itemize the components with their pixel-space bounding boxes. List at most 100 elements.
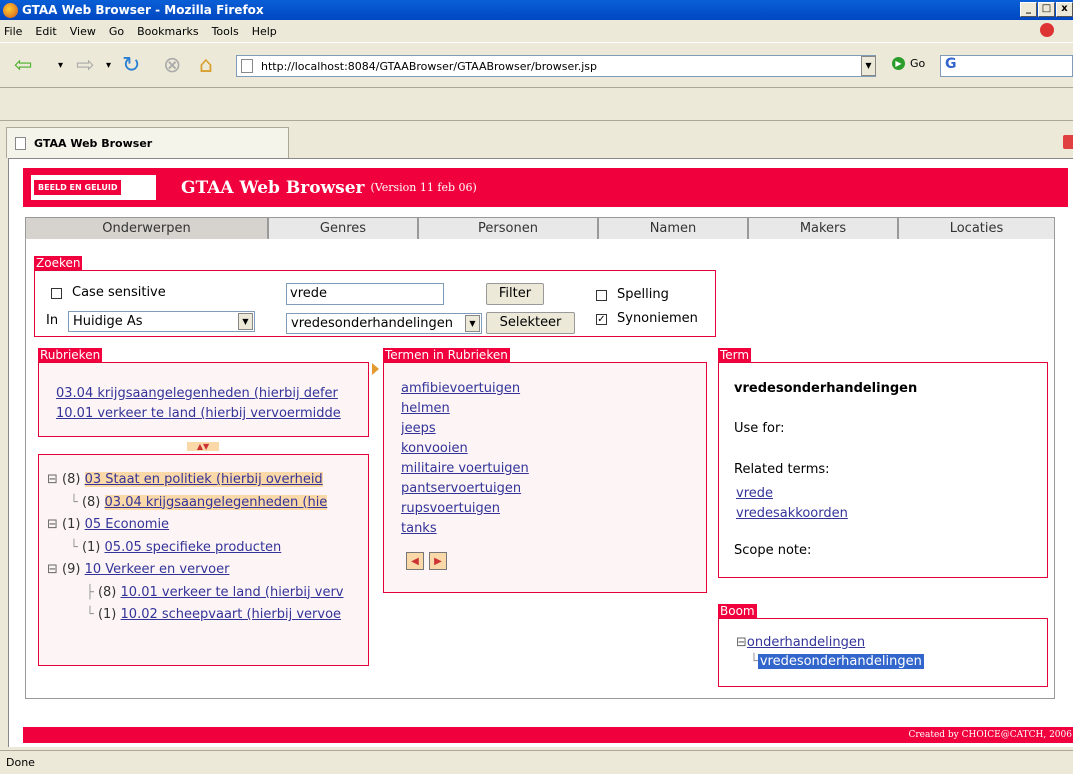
tab-locaties[interactable]: Locaties xyxy=(898,217,1055,239)
term-panel: vredesonderhandelingen Use for: Related … xyxy=(718,362,1048,578)
document-icon xyxy=(15,136,26,150)
scope-note-label: Scope note: xyxy=(734,543,812,558)
rubrieken-panel: 03.04 krijgsaangelegenheden (hierbij def… xyxy=(38,362,369,437)
use-for-label: Use for: xyxy=(734,421,785,436)
termen-panel: amfibievoertuigen helmen jeeps konvooien… xyxy=(383,362,707,593)
zoeken-legend: Zoeken xyxy=(34,256,83,270)
window-title-bar: GTAA Web Browser - Mozilla Firefox xyxy=(0,0,1073,20)
term-link[interactable]: pantservoertuigen xyxy=(401,479,701,499)
boom-panel: ⊟onderhandelingen └ vredesonderhandelinge… xyxy=(718,618,1048,687)
tab-onderwerpen[interactable]: Onderwerpen xyxy=(25,217,268,239)
go-icon: ▶ xyxy=(892,57,905,70)
page-icon xyxy=(241,59,253,73)
term-select[interactable]: vredesonderhandelingen ▼ xyxy=(286,313,482,334)
menu-edit[interactable]: Edit xyxy=(35,25,56,38)
related-term-link[interactable]: vredesakkoorden xyxy=(736,504,848,524)
search-box[interactable]: G xyxy=(940,55,1073,77)
window-title: GTAA Web Browser - Mozilla Firefox xyxy=(22,3,264,17)
boom-child-link[interactable]: vredesonderhandelingen xyxy=(757,654,924,669)
bookmarks-toolbar xyxy=(0,88,1073,121)
related-terms-label: Related terms: xyxy=(734,462,830,477)
term-legend: Term xyxy=(718,348,752,362)
home-icon[interactable]: ⌂ xyxy=(199,43,213,89)
minimize-icon[interactable]: _ xyxy=(1020,2,1037,17)
tree-node[interactable]: └ (1) 10.02 scheepvaart (hierbij vervoe xyxy=(47,604,367,627)
close-tab-icon[interactable] xyxy=(1063,135,1073,149)
tree-node[interactable]: ⊟ (8) 03 Staat en politiek (hierbij over… xyxy=(47,469,367,492)
tree-node[interactable]: ⊟ (1) 05 Economie xyxy=(47,514,367,537)
spelling-checkbox[interactable] xyxy=(596,290,607,301)
maximize-icon[interactable]: □ xyxy=(1038,2,1055,17)
back-icon[interactable]: ⇦ xyxy=(14,43,32,89)
expand-right-icon[interactable] xyxy=(372,363,379,375)
url-text: http://localhost:8084/GTAABrowser/GTAABr… xyxy=(261,59,598,73)
reload-icon[interactable]: ↻ xyxy=(122,43,140,89)
next-page-icon[interactable]: ▶ xyxy=(429,552,447,570)
browser-tab[interactable]: GTAA Web Browser xyxy=(6,127,289,158)
app-title: GTAA Web Browser xyxy=(181,177,365,198)
boom-legend: Boom xyxy=(718,604,757,618)
term-link[interactable]: amfibievoertuigen xyxy=(401,379,701,399)
term-link[interactable]: jeeps xyxy=(401,419,701,439)
case-sensitive-checkbox[interactable] xyxy=(51,288,62,299)
menu-go[interactable]: Go xyxy=(109,25,124,38)
facet-tabs: Onderwerpen Genres Personen Namen Makers… xyxy=(25,217,1055,239)
boom-parent-link[interactable]: onderhandelingen xyxy=(747,635,865,650)
stop-loading-icon[interactable] xyxy=(1040,23,1054,37)
menu-tools[interactable]: Tools xyxy=(212,25,239,38)
in-select[interactable]: Huidige As ▼ xyxy=(68,311,255,332)
filter-button[interactable]: Filter xyxy=(486,283,544,305)
in-label: In xyxy=(46,313,59,328)
term-link[interactable]: konvooien xyxy=(401,439,701,459)
url-dropdown-icon[interactable]: ▼ xyxy=(861,56,876,76)
go-label: Go xyxy=(910,57,926,70)
term-name: vredesonderhandelingen xyxy=(734,381,918,396)
rubrieken-legend: Rubrieken xyxy=(38,348,103,362)
term-link[interactable]: rupsvoertuigen xyxy=(401,499,701,519)
browser-tab-label: GTAA Web Browser xyxy=(34,136,153,150)
termen-legend: Termen in Rubrieken xyxy=(383,348,510,362)
rubriek-link[interactable]: 03.04 krijgsaangelegenheden (hierbij def… xyxy=(56,384,361,404)
selecteer-button[interactable]: Selekteer xyxy=(486,312,575,334)
term-link[interactable]: tanks xyxy=(401,519,701,539)
chevron-down-icon: ▼ xyxy=(238,313,253,330)
navigation-toolbar: ⇦ ▾ ⇨ ▾ ↻ ⊗ ⌂ http://localhost:8084/GTAA… xyxy=(0,42,1073,88)
status-bar: Done xyxy=(0,750,1073,774)
rubriek-link[interactable]: 10.01 verkeer te land (hierbij vervoermi… xyxy=(56,404,361,424)
window-controls: _ □ x xyxy=(1020,2,1073,17)
app-banner: BEELD EN GELUID GTAA Web Browser (Versio… xyxy=(23,168,1068,207)
close-icon[interactable]: x xyxy=(1056,2,1073,17)
tab-personen[interactable]: Personen xyxy=(418,217,598,239)
stop-icon[interactable]: ⊗ xyxy=(163,43,181,89)
term-link[interactable]: helmen xyxy=(401,399,701,419)
tree-node[interactable]: └ (8) 03.04 krijgsaangelegenheden (hie xyxy=(47,492,367,515)
forward-icon[interactable]: ⇨ xyxy=(76,43,94,89)
case-sensitive-label: Case sensitive xyxy=(72,285,166,300)
tree-node[interactable]: ⊟ (9) 10 Verkeer en vervoer xyxy=(47,559,367,582)
related-term-link[interactable]: vrede xyxy=(736,484,773,504)
beeld-en-geluid-logo: BEELD EN GELUID xyxy=(29,173,158,202)
tab-genres[interactable]: Genres xyxy=(268,217,418,239)
url-bar[interactable]: http://localhost:8084/GTAABrowser/GTAABr… xyxy=(236,55,876,77)
menu-bookmarks[interactable]: Bookmarks xyxy=(137,25,198,38)
firefox-icon xyxy=(3,2,18,18)
tree-node[interactable]: ├ (8) 10.01 verkeer te land (hierbij ver… xyxy=(47,582,367,605)
previous-page-icon[interactable]: ◀ xyxy=(406,552,424,570)
page-viewport: BEELD EN GELUID GTAA Web Browser (Versio… xyxy=(8,158,1073,747)
menu-help[interactable]: Help xyxy=(252,25,277,38)
go-button[interactable]: ▶ Go xyxy=(892,57,925,70)
term-link[interactable]: militaire voertuigen xyxy=(401,459,701,479)
collapse-toggle-icon[interactable]: ▲▼ xyxy=(187,442,219,451)
tab-makers[interactable]: Makers xyxy=(748,217,898,239)
chevron-down-icon: ▼ xyxy=(465,315,480,332)
boom-tree: ⊟onderhandelingen └ vredesonderhandelinge… xyxy=(736,635,924,669)
tree-node[interactable]: └ (1) 05.05 specifieke producten xyxy=(47,537,367,560)
browser-tab-bar: GTAA Web Browser xyxy=(0,121,1073,158)
menu-view[interactable]: View xyxy=(70,25,96,38)
menu-bar: File Edit View Go Bookmarks Tools Help xyxy=(0,20,1073,42)
synoniemen-checkbox[interactable]: ✓ xyxy=(596,314,607,325)
tab-namen[interactable]: Namen xyxy=(598,217,748,239)
search-input[interactable]: vrede xyxy=(286,283,444,305)
rubriek-tree-panel: ⊟ (8) 03 Staat en politiek (hierbij over… xyxy=(38,454,369,666)
menu-file[interactable]: File xyxy=(4,25,22,38)
